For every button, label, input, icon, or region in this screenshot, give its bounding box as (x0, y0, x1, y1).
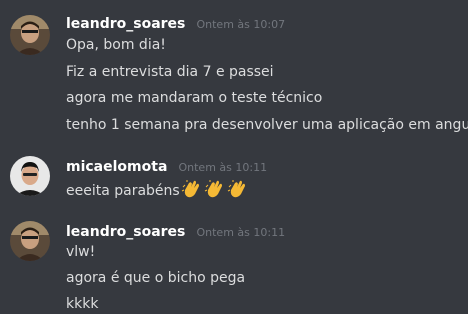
clapping-hands-icon[interactable] (227, 178, 249, 200)
avatar-leandro[interactable] (10, 15, 50, 55)
message-text: eeeita parabéns (66, 183, 180, 199)
timestamp[interactable]: Ontem às 10:11 (178, 161, 267, 174)
message-line: tenho 1 semana pra desenvolver uma aplic… (66, 117, 468, 133)
username[interactable]: leandro_soares (66, 16, 185, 32)
timestamp[interactable]: Ontem às 10:11 (196, 226, 285, 239)
message-line: Fiz a entrevista dia 7 e passei (66, 64, 274, 80)
message-line: Opa, bom dia! (66, 37, 166, 53)
message-line: agora é que o bicho pega (66, 270, 246, 286)
clapping-hands-icon[interactable] (181, 178, 203, 200)
avatar-leandro[interactable] (10, 221, 50, 261)
message-line: vlw! (66, 244, 96, 260)
avatar-micaelomota[interactable] (10, 156, 50, 196)
timestamp[interactable]: Ontem às 10:07 (196, 18, 285, 31)
message-line: kkkk (66, 296, 99, 312)
username[interactable]: leandro_soares (66, 224, 185, 240)
clapping-hands-icon[interactable] (204, 178, 226, 200)
message-line: eeeita parabéns (66, 178, 249, 200)
message-line: agora me mandaram o teste técnico (66, 90, 323, 106)
username[interactable]: micaelomota (66, 159, 167, 175)
